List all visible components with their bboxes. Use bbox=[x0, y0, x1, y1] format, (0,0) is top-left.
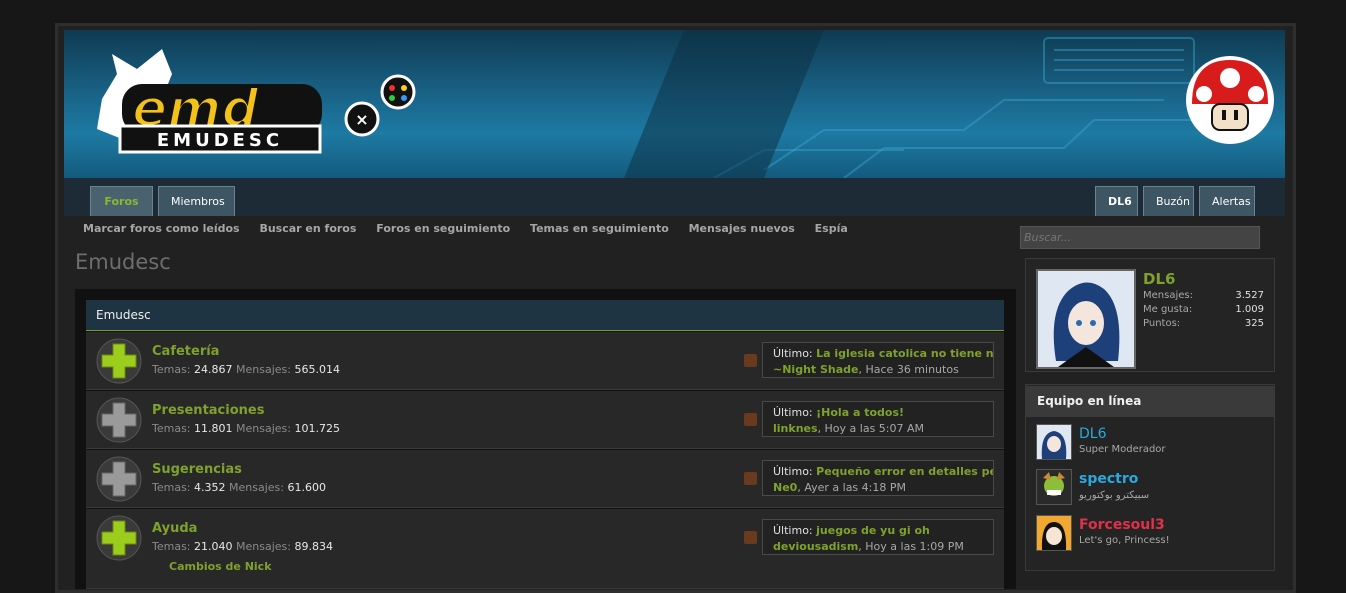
forum-node-cafeteria: Cafetería Temas: 24.867 Mensajes: 565.01… bbox=[86, 332, 1004, 390]
last-post-title[interactable]: La iglesia catolica no tiene na... bbox=[816, 347, 993, 360]
svg-text:×: × bbox=[355, 110, 368, 129]
forum-node-presentaciones: Presentaciones Temas: 11.801 Mensajes: 1… bbox=[86, 391, 1004, 449]
subnav-watched-forums[interactable]: Foros en seguimiento bbox=[376, 222, 510, 235]
forum-title[interactable]: Ayuda bbox=[152, 521, 197, 536]
last-post-user[interactable]: linknes bbox=[773, 422, 818, 435]
forum-node-ayuda: Ayuda Temas: 21.040 Mensajes: 89.834 Últ… bbox=[86, 509, 1004, 589]
header-banner: emd EMUDESC × bbox=[64, 30, 1285, 178]
subnav-new-posts[interactable]: Mensajes nuevos bbox=[689, 222, 795, 235]
tab-miembros[interactable]: Miembros bbox=[158, 186, 235, 216]
last-post: Último: ¡Hola a todos! linknes, Hoy a la… bbox=[762, 401, 994, 437]
sub-navigation: Marcar foros como leídos Buscar en foros… bbox=[83, 222, 864, 235]
forum-stats: Temas: 11.801 Mensajes: 101.725 bbox=[152, 422, 340, 435]
page-title: Emudesc bbox=[75, 250, 171, 274]
forum-stats: Temas: 24.867 Mensajes: 565.014 bbox=[152, 363, 340, 376]
visitor-stat-messages: Mensajes: 3.527 bbox=[1143, 290, 1264, 301]
avatar-image bbox=[1038, 271, 1134, 367]
member-avatar[interactable] bbox=[1036, 424, 1072, 460]
member-name[interactable]: Forcesoul3 bbox=[1079, 517, 1165, 533]
dpad-read-icon bbox=[96, 456, 142, 502]
logo-subtext: EMUDESC bbox=[157, 130, 283, 151]
mushroom-icon bbox=[1186, 56, 1274, 144]
member-name[interactable]: DL6 bbox=[1079, 426, 1107, 442]
member-avatar[interactable] bbox=[1036, 469, 1072, 505]
last-post-title[interactable]: juegos de yu gi oh bbox=[816, 524, 930, 537]
tab-buzon[interactable]: Buzón bbox=[1143, 186, 1194, 216]
dpad-unread-icon bbox=[96, 338, 142, 384]
forum-node-sugerencias: Sugerencias Temas: 4.352 Mensajes: 61.60… bbox=[86, 450, 1004, 508]
avatar[interactable] bbox=[1036, 269, 1136, 369]
subnav-spy[interactable]: Espía bbox=[815, 222, 848, 235]
dpad-unread-icon bbox=[96, 515, 142, 561]
last-post-user[interactable]: ~Night Shade bbox=[773, 363, 859, 376]
member-role: Let's go, Princess! bbox=[1079, 535, 1170, 546]
tab-user-dl6[interactable]: DL6 bbox=[1095, 186, 1138, 216]
forum-stats: Temas: 21.040 Mensajes: 89.834 bbox=[152, 540, 333, 553]
tab-foros[interactable]: Foros bbox=[90, 186, 153, 216]
rss-icon[interactable] bbox=[744, 354, 757, 367]
last-post: Último: juegos de yu gi oh deviousadism,… bbox=[762, 519, 994, 555]
subnav-watched-threads[interactable]: Temas en seguimiento bbox=[530, 222, 669, 235]
visitor-username[interactable]: DL6 bbox=[1143, 270, 1175, 288]
dpad-read-icon bbox=[96, 397, 142, 443]
last-post-user[interactable]: Ne0 bbox=[773, 481, 797, 494]
forum-title[interactable]: Cafetería bbox=[152, 344, 219, 359]
last-post-title[interactable]: ¡Hola a todos! bbox=[816, 406, 904, 419]
category-header[interactable]: Emudesc bbox=[86, 300, 1004, 331]
last-post: Último: La iglesia catolica no tiene na.… bbox=[762, 342, 994, 378]
search-input[interactable] bbox=[1020, 226, 1260, 249]
last-post-user[interactable]: deviousadism bbox=[773, 540, 858, 553]
forum-title[interactable]: Sugerencias bbox=[152, 462, 242, 477]
member-role: Super Moderador bbox=[1079, 444, 1166, 455]
member-name[interactable]: spectro bbox=[1079, 471, 1138, 487]
emd-logo[interactable]: emd EMUDESC × bbox=[92, 44, 422, 159]
subnav-mark-read[interactable]: Marcar foros como leídos bbox=[83, 222, 240, 235]
last-post-title[interactable]: Pequeño error en detalles pe... bbox=[816, 465, 993, 478]
rss-icon[interactable] bbox=[744, 413, 757, 426]
tab-alertas[interactable]: Alertas bbox=[1199, 186, 1255, 216]
visitor-stat-points: Puntos: 325 bbox=[1143, 318, 1264, 329]
staff-online-title: Equipo en línea bbox=[1026, 386, 1274, 417]
last-post: Último: Pequeño error en detalles pe... … bbox=[762, 460, 994, 496]
rss-icon[interactable] bbox=[744, 472, 757, 485]
member-role: سبيكترو بوكتوريو bbox=[1079, 490, 1150, 501]
subnav-search-forums[interactable]: Buscar en foros bbox=[259, 222, 356, 235]
subforum-link[interactable]: Cambios de Nick bbox=[169, 560, 272, 573]
forum-title[interactable]: Presentaciones bbox=[152, 403, 264, 418]
visitor-stat-likes: Me gusta: 1.009 bbox=[1143, 304, 1264, 315]
rss-icon[interactable] bbox=[744, 531, 757, 544]
forum-stats: Temas: 4.352 Mensajes: 61.600 bbox=[152, 481, 326, 494]
member-avatar[interactable] bbox=[1036, 515, 1072, 551]
